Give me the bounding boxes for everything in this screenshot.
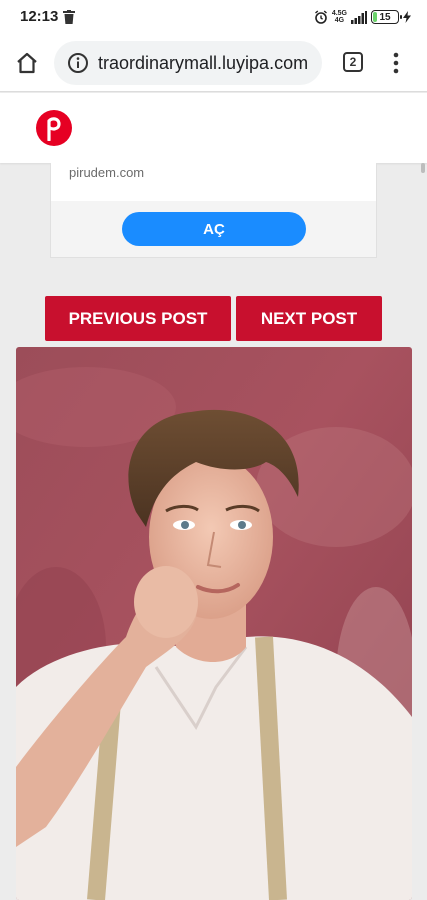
portrait-photo — [16, 347, 412, 900]
home-icon[interactable] — [15, 51, 39, 75]
ad-card: pirudem.com AÇ — [50, 163, 377, 258]
site-header — [0, 93, 427, 163]
next-post-button[interactable]: NEXT POST — [236, 296, 382, 341]
ad-info: pirudem.com — [51, 163, 376, 201]
status-icons: 4.5G 4G 15 — [314, 9, 411, 25]
url-text[interactable]: traordinarymall.luyipa.com — [98, 53, 308, 74]
trash-icon — [63, 10, 75, 24]
previous-post-button[interactable]: PREVIOUS POST — [45, 296, 231, 341]
battery-level: 15 — [379, 11, 391, 23]
battery-fill — [373, 12, 377, 22]
scrollbar-thumb[interactable] — [421, 163, 425, 173]
ad-domain: pirudem.com — [69, 165, 145, 180]
ad-open-button[interactable]: AÇ — [122, 212, 306, 246]
network-bottom-label: 4G — [334, 17, 345, 24]
address-bar[interactable]: traordinarymall.luyipa.com — [54, 41, 322, 85]
battery-indicator: 15 — [371, 10, 402, 24]
post-photo — [16, 347, 412, 900]
site-logo[interactable] — [36, 110, 72, 146]
browser-toolbar: traordinarymall.luyipa.com 2 — [0, 34, 427, 92]
signal-icon — [351, 10, 367, 24]
status-bar: 12:13 4.5G 4G 15 — [0, 0, 427, 34]
network-type: 4.5G 4G — [332, 10, 347, 24]
info-icon[interactable] — [67, 52, 89, 74]
network-top-label: 4.5G — [331, 10, 347, 17]
status-time: 12:13 — [20, 8, 59, 25]
charging-icon — [403, 11, 411, 23]
tab-switcher-button[interactable]: 2 — [343, 52, 363, 72]
alarm-icon — [314, 10, 327, 24]
p-logo-icon — [47, 117, 61, 141]
more-options-icon[interactable] — [389, 51, 403, 75]
